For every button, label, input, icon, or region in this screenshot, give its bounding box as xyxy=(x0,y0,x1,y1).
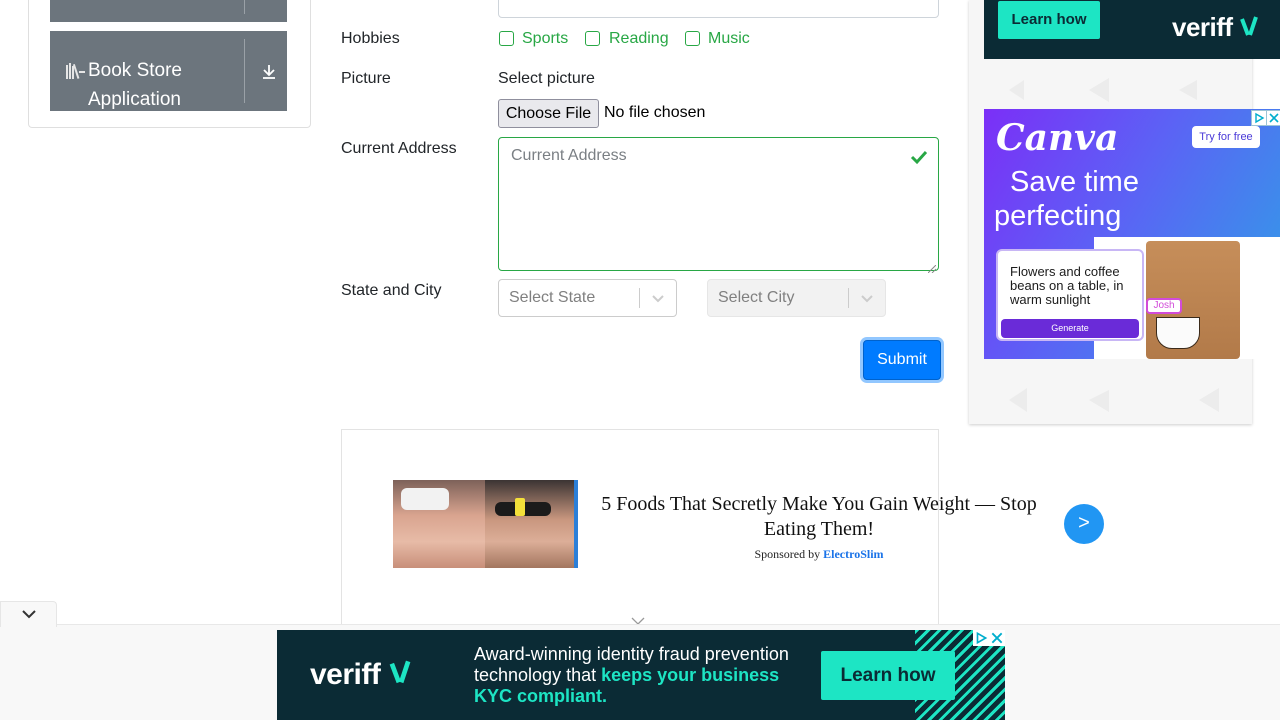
canva-try-button[interactable]: Try for free xyxy=(1192,126,1260,148)
submit-button[interactable]: Submit xyxy=(863,340,941,380)
chevron-down-icon[interactable] xyxy=(630,613,646,625)
hobby-sports-label[interactable]: Sports xyxy=(522,30,568,48)
chevron-down-icon[interactable] xyxy=(860,291,874,305)
canva-prompt-text: Flowers and coffee beans on a table, in … xyxy=(1010,264,1124,307)
collapse-ad-tab[interactable] xyxy=(0,601,57,627)
veriff-logo-text: veriff xyxy=(1172,12,1233,42)
canva-logo: Canva xyxy=(996,117,1119,159)
download-icon[interactable] xyxy=(260,59,278,81)
canva-headline: Save time perfecting xyxy=(994,165,1139,233)
ad-info-icon[interactable] xyxy=(973,630,989,646)
hobby-sports-checkbox[interactable] xyxy=(499,31,514,46)
state-placeholder: Select State xyxy=(509,289,596,306)
veriff-logo-text: veriff xyxy=(310,658,381,691)
file-status: No file chosen xyxy=(604,104,706,121)
sponsored-by: Sponsored by ElectroSlim xyxy=(598,547,1040,562)
sidebar-item-top[interactable] xyxy=(50,0,287,22)
sponsored-title[interactable]: 5 Foods That Secretly Make You Gain Weig… xyxy=(598,492,1040,542)
sidebar-divider xyxy=(244,39,245,103)
current-address-label: Current Address xyxy=(341,140,457,157)
valid-check-icon xyxy=(910,148,928,166)
hobby-music-checkbox[interactable] xyxy=(685,31,700,46)
canva-user-tag: Josh xyxy=(1146,298,1182,314)
veriff-logo: veriff xyxy=(1172,12,1259,43)
hobby-music-label[interactable]: Music xyxy=(708,30,750,48)
coffee-cup-image xyxy=(1156,317,1200,349)
select-picture-label: Select picture xyxy=(498,70,595,87)
ad-close-icon[interactable] xyxy=(989,630,1005,646)
sidebar-item-label: Book Store Application xyxy=(88,60,182,110)
hobby-reading-checkbox[interactable] xyxy=(585,31,600,46)
canva-ad[interactable]: Canva Try for free Save time perfecting … xyxy=(984,109,1280,359)
veriff-mark-icon xyxy=(388,658,412,691)
city-placeholder: Select City xyxy=(718,289,795,306)
picture-label: Picture xyxy=(341,70,391,87)
select-separator xyxy=(848,288,849,308)
veriff-mark-icon xyxy=(1239,12,1259,42)
learn-how-button[interactable]: Learn how xyxy=(998,1,1100,39)
canva-headline-line-1: Save time xyxy=(1010,166,1139,198)
sidebar-divider xyxy=(244,0,245,14)
state-city-label: State and City xyxy=(341,282,442,299)
subjects-input[interactable] xyxy=(498,0,939,18)
select-separator xyxy=(639,288,640,308)
book-icon xyxy=(66,63,86,84)
choose-file-button[interactable]: Choose File xyxy=(498,99,599,128)
veriff-ad-bottom[interactable]: veriff Award-winning identity fraud prev… xyxy=(277,630,1005,720)
canva-generate-button[interactable]: Generate xyxy=(1001,319,1139,338)
canva-headline-line-2: perfecting xyxy=(994,200,1122,232)
sponsored-image[interactable] xyxy=(393,480,578,568)
current-address-placeholder: Current Address xyxy=(511,147,627,164)
state-select[interactable]: Select State xyxy=(498,279,677,317)
sponsored-next-button[interactable]: > xyxy=(1064,504,1104,544)
ad-info-icon[interactable] xyxy=(1251,110,1267,126)
veriff-logo: veriff xyxy=(310,658,412,692)
ad-close-icon[interactable] xyxy=(1266,110,1280,126)
sponsored-brand[interactable]: ElectroSlim xyxy=(823,547,883,561)
chevron-down-icon xyxy=(22,610,36,619)
hobby-reading-label[interactable]: Reading xyxy=(609,30,669,48)
chevron-down-icon[interactable] xyxy=(651,291,665,305)
city-select[interactable]: Select City xyxy=(707,279,886,317)
veriff-ad-text: Award-winning identity fraud prevention … xyxy=(474,644,804,707)
hobbies-label: Hobbies xyxy=(341,30,400,47)
learn-how-button[interactable]: Learn how xyxy=(821,651,955,700)
sponsored-by-prefix: Sponsored by xyxy=(754,547,821,561)
current-address-textarea[interactable]: Current Address xyxy=(498,137,939,274)
sidebar-item-book-store[interactable]: Book Store Application xyxy=(50,31,287,111)
resize-handle-icon[interactable] xyxy=(927,260,937,274)
